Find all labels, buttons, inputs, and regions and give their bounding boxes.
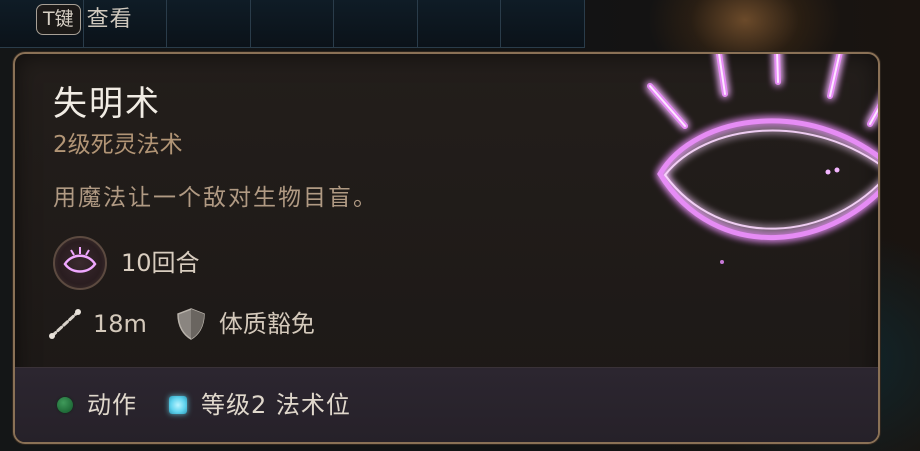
spell-slot-icon <box>169 396 187 414</box>
spell-description: 用魔法让一个敌对生物目盲。 <box>53 185 378 211</box>
duration-eye-icon <box>53 236 107 290</box>
hotbar-slot[interactable] <box>334 0 418 48</box>
action-cost-label: 动作 <box>87 391 137 419</box>
inspect-hint: T键 查看 <box>36 4 133 35</box>
range-save-row: 18m 体质豁免 <box>47 306 315 342</box>
spell-name: 失明术 <box>53 84 161 124</box>
range-icon <box>47 306 83 342</box>
hotbar-slot[interactable] <box>417 0 502 48</box>
duration-text: 10回合 <box>121 249 200 277</box>
hotbar-slot[interactable] <box>501 0 586 48</box>
shield-icon <box>173 306 209 342</box>
spell-tooltip: 失明术 2级死灵法术 用魔法让一个敌对生物目盲。 10回合 18m 体质豁免 动… <box>13 52 880 444</box>
spell-slot-cost: 等级2 法术位 <box>169 390 351 420</box>
range-text: 18m <box>93 310 147 338</box>
cost-footer: 动作 等级2 法术位 <box>15 367 878 442</box>
hotbar-slot[interactable] <box>167 0 251 48</box>
blind-eye-icon <box>647 54 878 264</box>
hotbar-slot[interactable] <box>250 0 335 48</box>
action-dot-icon <box>57 397 73 413</box>
spell-slot-label: 等级2 法术位 <box>201 391 351 419</box>
saving-throw-text: 体质豁免 <box>218 310 315 338</box>
inspect-label: 查看 <box>86 6 133 32</box>
spell-level-school: 2级死灵法术 <box>53 132 183 158</box>
duration-row: 10回合 <box>53 236 200 290</box>
keybind-badge: T键 <box>36 4 81 35</box>
action-cost: 动作 <box>57 390 137 420</box>
